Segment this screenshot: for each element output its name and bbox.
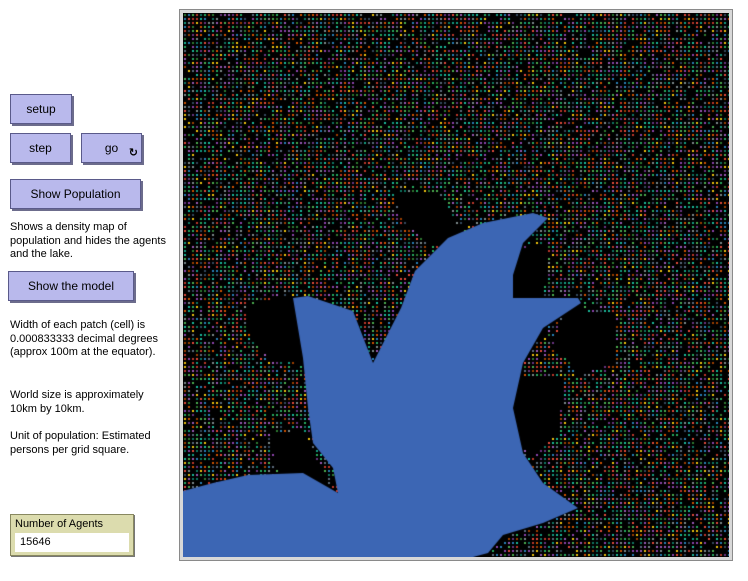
go-button-label: go — [104, 141, 119, 155]
number-of-agents-monitor: Number of Agents 15646 — [10, 514, 134, 556]
setup-button[interactable]: setup — [10, 94, 72, 124]
show-model-button-label: Show the model — [27, 279, 115, 293]
show-model-button[interactable]: Show the model — [8, 271, 134, 301]
monitor-label: Number of Agents — [15, 518, 104, 530]
show-population-button-label: Show Population — [30, 187, 121, 201]
monitor-value: 15646 — [15, 533, 129, 552]
show-population-note: Shows a density map of population and hi… — [10, 221, 166, 260]
show-population-button[interactable]: Show Population — [10, 179, 141, 209]
loop-arrows-icon: ↻ — [128, 147, 138, 159]
patch-width-note: Width of each patch (cell) is 0.00083333… — [10, 319, 159, 358]
population-unit-note: Unit of population: Estimated persons pe… — [10, 430, 151, 456]
world-view[interactable] — [183, 13, 729, 557]
go-button[interactable]: go ↻ — [81, 133, 142, 163]
world-size-note: World size is approximately 10km by 10km… — [10, 389, 144, 415]
setup-button-label: setup — [26, 102, 56, 116]
step-button[interactable]: step — [10, 133, 71, 163]
step-button-label: step — [29, 141, 52, 155]
